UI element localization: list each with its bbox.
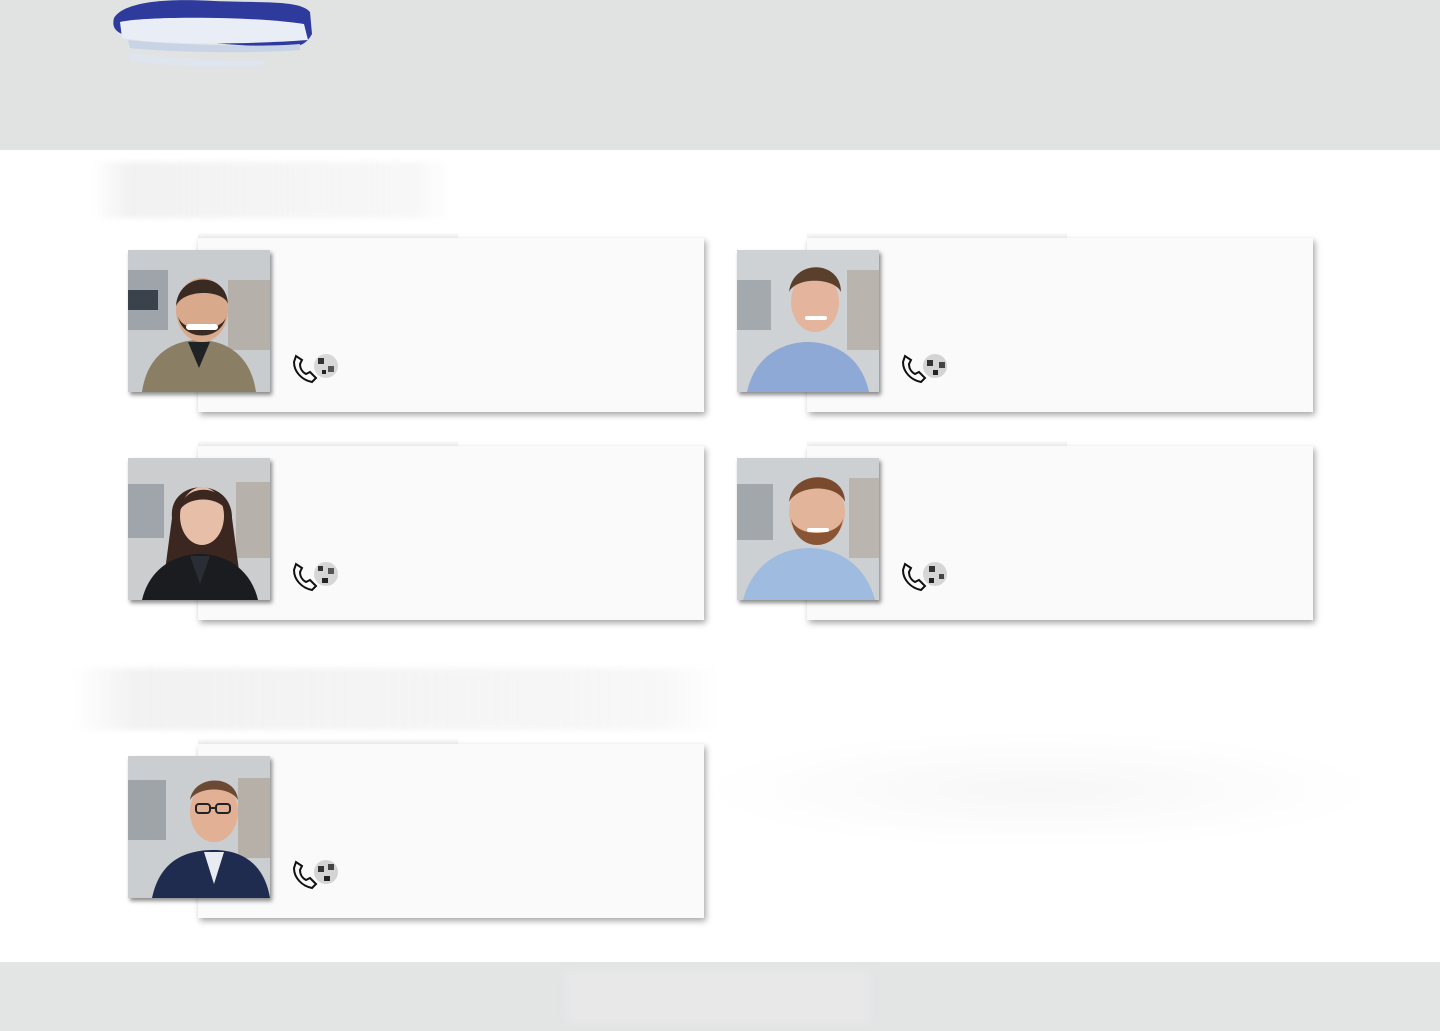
- phone-icon[interactable]: [290, 348, 350, 388]
- person-photo-man-glasses-suit: [128, 756, 270, 898]
- phone-icon[interactable]: [290, 556, 350, 596]
- contact-card: [737, 440, 1323, 636]
- contact-card-body: [807, 440, 1313, 620]
- site-footer: [0, 962, 1440, 1031]
- contact-card-body: [198, 738, 704, 918]
- contact-card-body: [807, 232, 1313, 412]
- contact-card-body: [198, 232, 704, 412]
- person-photo-man-beard-blazer: [128, 250, 270, 392]
- contact-card: [737, 232, 1323, 428]
- contact-card-body: [198, 440, 704, 620]
- section-heading-management: [72, 668, 722, 730]
- contact-card: [128, 738, 714, 934]
- contact-card: [128, 440, 714, 636]
- placeholder-area: [700, 730, 1380, 850]
- footer-text[interactable]: [565, 970, 870, 1024]
- phone-icon[interactable]: [899, 556, 959, 596]
- phone-icon[interactable]: [290, 854, 350, 894]
- brand-logo[interactable]: [104, 0, 316, 70]
- person-photo-woman-black-blazer: [128, 458, 270, 600]
- phone-icon[interactable]: [899, 348, 959, 388]
- page: [0, 0, 1440, 1031]
- contact-card: [128, 232, 714, 428]
- person-photo-man-red-beard: [737, 458, 879, 600]
- section-heading-team: [92, 162, 452, 218]
- site-header: [0, 0, 1440, 150]
- person-photo-man-blue-shirt: [737, 250, 879, 392]
